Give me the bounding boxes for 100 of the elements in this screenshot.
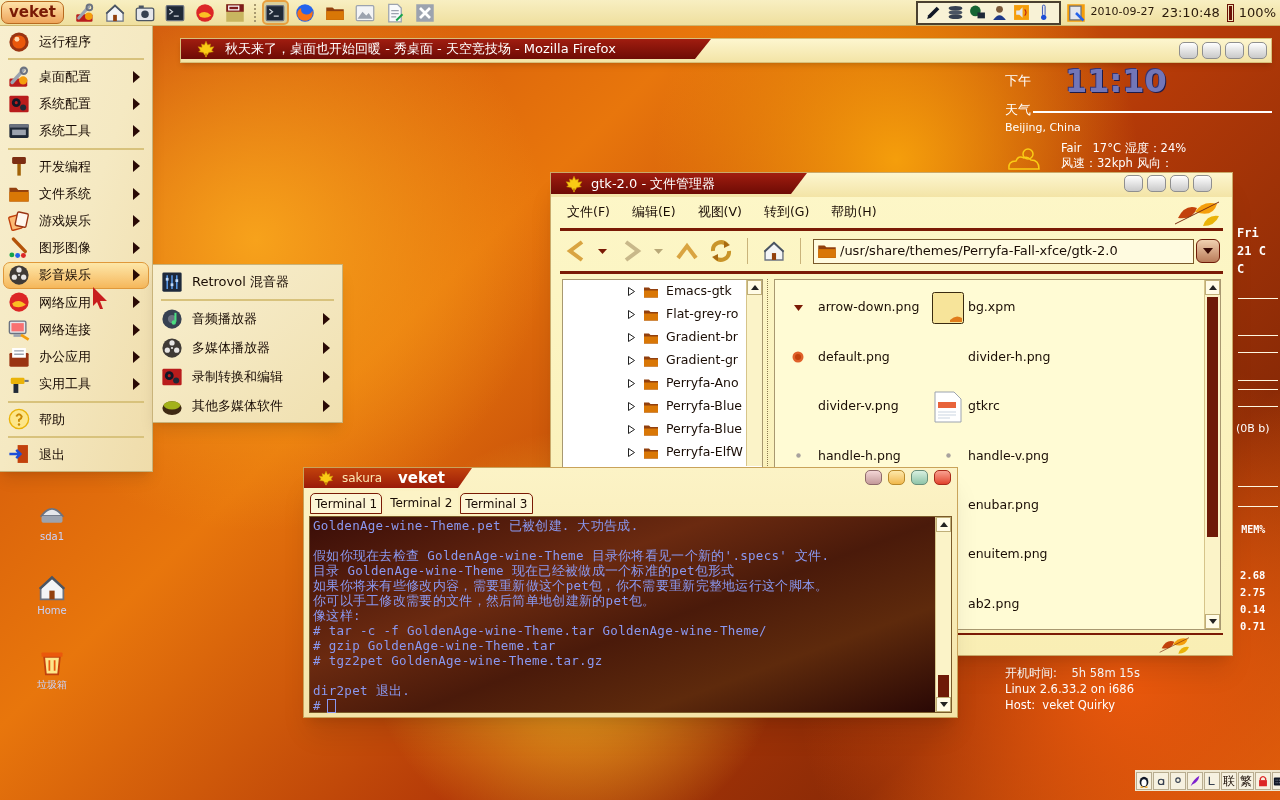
- scrollbar[interactable]: [1204, 280, 1220, 629]
- window-button[interactable]: [1193, 175, 1212, 192]
- file-name[interactable]: divider-h.png: [968, 347, 1051, 367]
- collapsed-triangle-icon[interactable]: [627, 425, 636, 434]
- maple-leaf-icon: [316, 470, 336, 486]
- house-icon[interactable]: [38, 574, 66, 602]
- scroll-down-button[interactable]: [1205, 614, 1220, 629]
- menu-item[interactable]: 退出: [3, 440, 149, 468]
- menu-item[interactable]: 音频播放器: [156, 304, 339, 333]
- window-button[interactable]: [1147, 175, 1166, 192]
- up-chevron-icon: [676, 242, 698, 260]
- scroll-up-button[interactable]: [1205, 280, 1220, 295]
- tree-item[interactable]: Perryfa-Blue: [563, 418, 746, 441]
- collapsed-triangle-icon[interactable]: [627, 379, 636, 388]
- terminal-tab[interactable]: Terminal 2: [384, 491, 459, 514]
- menu-item[interactable]: 文件系统: [3, 179, 149, 208]
- location-field[interactable]: /usr/share/themes/Perryfa-Fall-xfce/gtk-2.0: [813, 238, 1194, 264]
- start-button[interactable]: veket: [1, 1, 64, 24]
- file-name[interactable]: arrow-down.png: [818, 298, 920, 318]
- feather-icon[interactable]: [1188, 773, 1202, 788]
- menu-bar-item[interactable]: 编辑(E): [627, 201, 680, 224]
- window-button[interactable]: [865, 470, 882, 485]
- file-name[interactable]: default.png: [818, 347, 890, 367]
- menu-item[interactable]: 实用工具: [3, 370, 149, 398]
- scrollbar[interactable]: [746, 280, 762, 466]
- location-dropdown-button[interactable]: [1196, 239, 1220, 263]
- collapsed-triangle-icon[interactable]: [627, 310, 636, 319]
- scrollbar-thumb[interactable]: [938, 675, 949, 697]
- tools-icon: [75, 2, 96, 23]
- tree-item[interactable]: Flat-grey-ro: [563, 303, 746, 326]
- collapsed-triangle-icon[interactable]: [627, 287, 636, 296]
- menu-item[interactable]: 多媒体播放器: [156, 333, 339, 362]
- tree-item[interactable]: Gradient-gr: [563, 349, 746, 372]
- menu-item[interactable]: 影音娱乐: [3, 261, 149, 289]
- terminal-line: 目录 GoldenAge-wine-Theme 现在已经被做成一个标准的pet包形式: [313, 563, 735, 578]
- collapsed-triangle-icon[interactable]: [627, 356, 636, 365]
- window-button[interactable]: [1179, 42, 1198, 59]
- collapsed-triangle-icon[interactable]: [627, 402, 636, 411]
- menu-item[interactable]: 录制转换和编辑: [156, 362, 339, 391]
- tree-item[interactable]: Perryfa-Blue: [563, 395, 746, 418]
- file-name[interactable]: gtkrc: [968, 397, 1000, 416]
- window-title: gtk-2.0 - 文件管理器: [591, 174, 716, 193]
- collapsed-triangle-icon[interactable]: [627, 448, 636, 457]
- launcher-button[interactable]: [261, 0, 289, 25]
- menu-item[interactable]: 其他多媒体软件: [156, 391, 339, 420]
- file-name[interactable]: enubar.png: [968, 496, 1039, 515]
- scroll-up-button[interactable]: [936, 517, 951, 532]
- menu-item[interactable]: 帮助: [3, 405, 149, 433]
- window-button[interactable]: [934, 470, 951, 485]
- window-button[interactable]: [1202, 42, 1221, 59]
- file-name[interactable]: ab2.png: [968, 594, 1020, 614]
- menu-item[interactable]: 运行程序: [3, 28, 149, 56]
- scroll-down-button[interactable]: [936, 697, 951, 712]
- menu-item[interactable]: 游戏娱乐: [3, 207, 149, 235]
- menu-bar-item[interactable]: 视图(V): [693, 201, 746, 224]
- up-triangle-icon: [1208, 285, 1217, 290]
- input-mode-button[interactable]: 繁: [1238, 771, 1254, 790]
- pencil-icon[interactable]: [924, 4, 942, 21]
- tree-item[interactable]: Perryfa-Ano: [563, 372, 746, 395]
- menu-item[interactable]: Retrovol 混音器: [156, 267, 339, 296]
- down-triangle-icon: [939, 702, 948, 707]
- terminal-tab[interactable]: Terminal 3: [460, 493, 533, 514]
- tree-item[interactable]: Perryfa-ElfW: [563, 441, 746, 464]
- window-button[interactable]: [1124, 175, 1143, 192]
- scroll-up-button[interactable]: [747, 280, 762, 295]
- terminal-tab[interactable]: Terminal 1: [310, 493, 383, 514]
- window-button[interactable]: [1170, 175, 1189, 192]
- network-icon[interactable]: [968, 4, 986, 21]
- window-button[interactable]: [888, 470, 905, 485]
- window-title: 秋天来了，桌面也开始回暖 - 秀桌面 - 天空竞技场 - Mozilla Firefox: [225, 40, 616, 59]
- window-button[interactable]: [1225, 42, 1244, 59]
- menu-item[interactable]: 桌面配置: [3, 63, 149, 91]
- menu-item[interactable]: 开发编程: [3, 152, 149, 180]
- scrollbar[interactable]: [935, 517, 951, 712]
- menu-item[interactable]: 图形图像: [3, 234, 149, 262]
- user-icon[interactable]: [990, 4, 1008, 21]
- menu-item[interactable]: 办公应用: [3, 343, 149, 371]
- clipboard-icon[interactable]: [1065, 2, 1086, 23]
- menu-item[interactable]: 网络连接: [3, 316, 149, 344]
- file-name[interactable]: divider-v.png: [818, 397, 899, 416]
- menu-bar-item[interactable]: 文件(F): [563, 201, 614, 224]
- lock-icon[interactable]: [1256, 773, 1270, 788]
- disk-stack-icon[interactable]: [946, 4, 964, 21]
- window-button[interactable]: [911, 470, 928, 485]
- tree-item[interactable]: Emacs-gtk: [563, 280, 746, 303]
- collapsed-triangle-icon[interactable]: [627, 333, 636, 342]
- file-name[interactable]: bg.xpm: [968, 298, 1016, 318]
- file-name[interactable]: handle-h.png: [818, 446, 901, 466]
- file-name[interactable]: handle-v.png: [968, 446, 1049, 466]
- menu-item[interactable]: 系统工具: [3, 117, 149, 145]
- file-name[interactable]: enuitem.png: [968, 545, 1048, 565]
- mixer-icon: [161, 270, 183, 293]
- scrollbar-thumb[interactable]: [1207, 297, 1218, 537]
- tree-item[interactable]: Gradient-br: [563, 326, 746, 349]
- menu-bar-item[interactable]: 转到(G): [759, 201, 814, 224]
- input-mode-button[interactable]: 联: [1221, 771, 1237, 790]
- window-button[interactable]: [1248, 42, 1267, 59]
- menu-bar-item[interactable]: 帮助(H): [827, 201, 881, 224]
- menu-item[interactable]: 系统配置: [3, 90, 149, 118]
- date-text: 2010-09-27: [1090, 4, 1155, 21]
